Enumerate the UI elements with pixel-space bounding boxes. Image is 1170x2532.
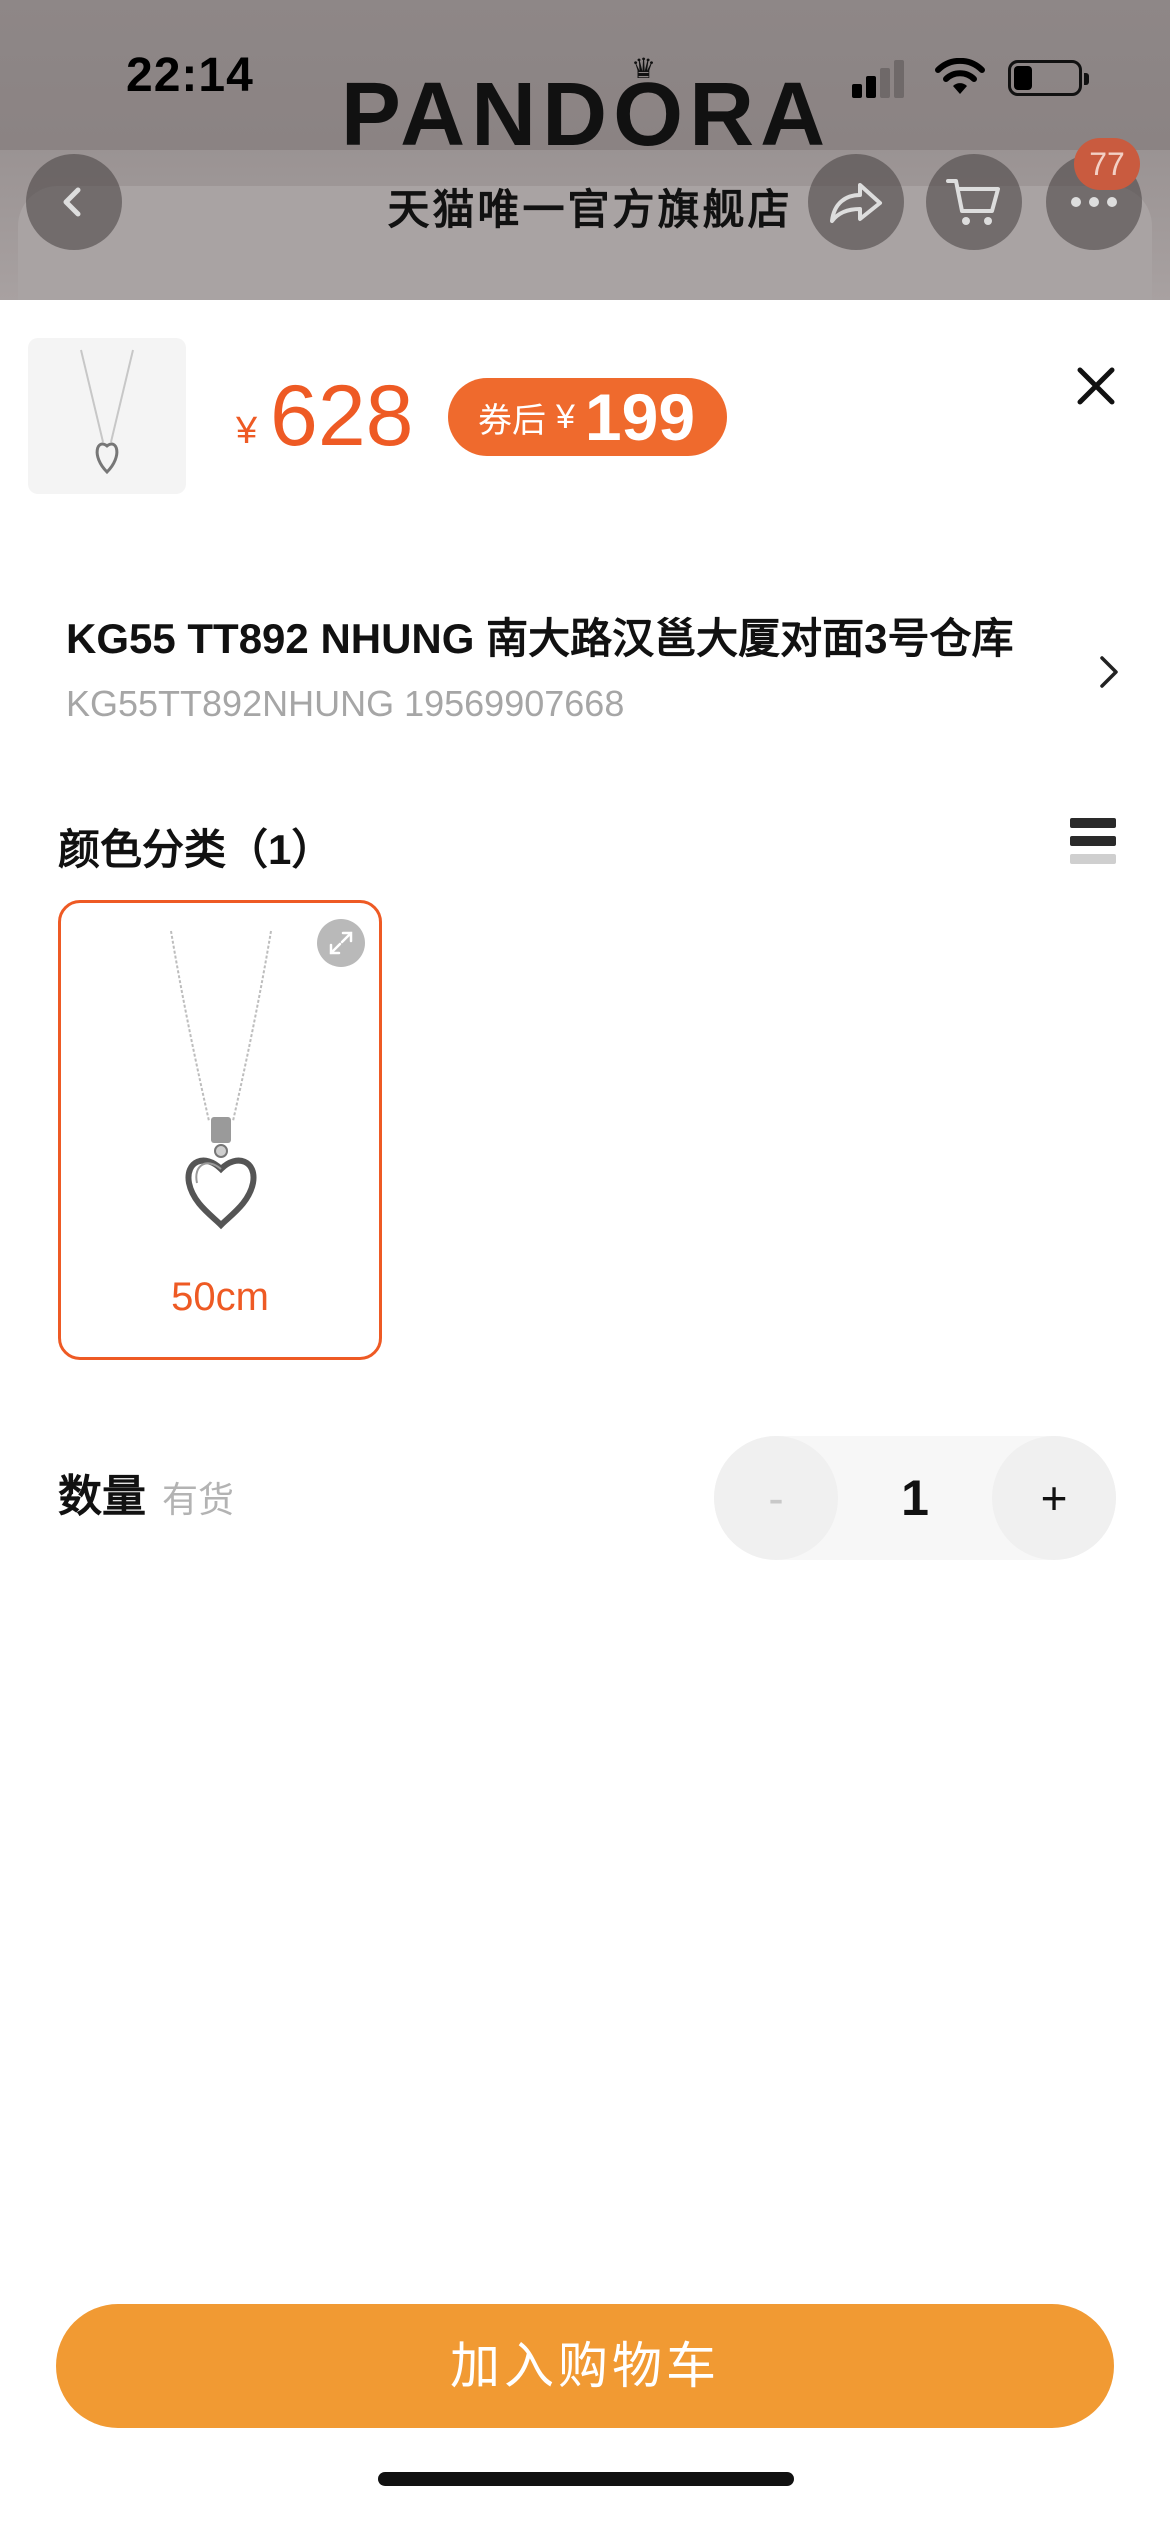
chevron-right-icon [1100,656,1118,688]
address-title: KG55 TT892 NHUNG 南大路汉邕大厦对面3号仓库 [66,615,1014,662]
store-subtitle: 天猫唯一官方旗舰店 [387,185,793,234]
increment-button[interactable]: + [992,1436,1116,1560]
add-to-cart-button[interactable]: 加入购物车 [56,2304,1114,2428]
brand-logo: ♛ PANDORA [336,53,836,170]
quantity-stepper: - 1 + [714,1436,1116,1560]
list-view-icon[interactable] [1070,818,1116,866]
cart-button[interactable] [926,154,1022,250]
quantity-value[interactable]: 1 [838,1436,992,1560]
coupon-currency: ¥ [556,397,575,436]
variant-option-50cm[interactable]: 50cm [58,900,382,1360]
store-header: 22:14 ♛ PANDORA 天猫唯一官方旗舰店 77 [0,0,1170,300]
product-price: 628 [270,368,414,464]
status-icons [852,58,1092,98]
back-arrow-icon [63,187,81,217]
signal-bar [880,68,890,98]
status-time: 22:14 [126,49,254,102]
expand-icon[interactable] [317,919,365,967]
shipping-address-row[interactable]: KG55 TT892 NHUNG 南大路汉邕大厦对面3号仓库 KG55TT892… [66,612,1146,752]
close-icon[interactable] [1072,362,1120,410]
battery-icon [1008,60,1089,96]
product-thumbnail[interactable] [28,338,186,494]
more-icon [1071,197,1117,207]
signal-bar [852,84,862,98]
share-button[interactable] [808,154,904,250]
signal-bar [894,60,904,98]
signal-bar [866,76,876,98]
stock-status: 有货 [162,1479,235,1520]
coupon-price-badge: 券后 ¥ 199 [448,378,728,456]
share-icon [830,183,882,223]
necklace-variant-image [170,930,272,1230]
variant-label: 50cm [171,1275,269,1319]
coupon-price: 199 [584,380,696,454]
color-category-title: 颜色分类（1） [58,826,334,873]
price-currency: ¥ [236,410,258,452]
decrement-button[interactable]: - [714,1436,838,1560]
home-indicator [378,2472,794,2486]
cart-icon [946,179,1000,225]
sku-sheet: ¥ 628 券后 ¥ 199 KG55 TT892 NHUNG 南大路汉邕大厦对… [0,300,1170,2532]
brand-name: PANDORA [340,65,832,165]
more-badge: 77 [1074,138,1140,190]
crown-icon: ♛ [631,53,657,84]
coupon-label: 券后 [478,401,546,440]
necklace-thumbnail-image [80,349,134,475]
wifi-icon [935,58,985,94]
back-button[interactable] [26,154,122,250]
address-subtitle: KG55TT892NHUNG 19569907668 [66,683,625,724]
quantity-label: 数量 [58,1472,146,1521]
